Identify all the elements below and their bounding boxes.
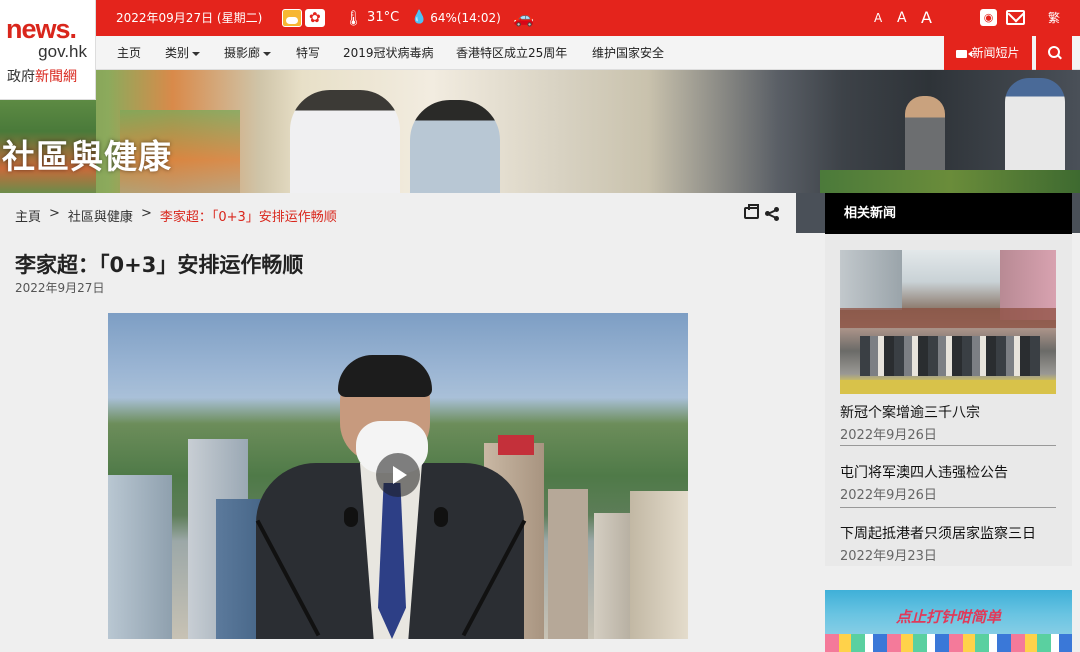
nav-gallery[interactable]: 摄影廊 (224, 36, 272, 70)
article-tools (744, 204, 779, 221)
print-icon[interactable] (744, 204, 759, 219)
news-date: 2022年9月23日 (840, 549, 937, 564)
related-news-item[interactable]: 下周起抵港者只须居家监察三日 2022年9月23日 (840, 525, 1056, 565)
breadcrumb-home[interactable]: 主頁 (15, 206, 41, 225)
chevron-down-icon (192, 51, 201, 56)
news-date: 2022年9月26日 (840, 488, 937, 503)
related-news-sidebar: 相关新闻 新冠个案增逾三千八宗 2022年9月26日 屯门将军澳四人违强检公告 … (825, 193, 1072, 652)
news-title[interactable]: 下周起抵港者只须居家监察三日 (840, 525, 1056, 543)
related-news-list: 新冠个案增逾三千八宗 2022年9月26日 屯门将军澳四人违强检公告 2022年… (825, 234, 1072, 566)
news-video-button[interactable]: 新闻短片 (944, 36, 1032, 70)
logo-text-news: news. (6, 14, 77, 44)
top-bar: 2022年09月27日 (星期二) 🌡 31°C 💧 64%(14:02) 🚗 … (0, 0, 1080, 36)
article-title: 李家超：「0+3」安排运作畅顺 (15, 253, 304, 277)
nav-hksar-25[interactable]: 香港特区成立25周年 (456, 36, 567, 70)
font-size-small-button[interactable]: A (874, 0, 882, 36)
temperature[interactable]: 🌡 31°C (344, 0, 399, 36)
building-sign (498, 435, 534, 455)
news-title[interactable]: 新冠个案增逾三千八宗 (840, 404, 1056, 422)
ad-text: 点止打针咁简单 (895, 608, 1001, 626)
rss-icon[interactable]: ◉ (980, 9, 997, 26)
main-nav: 主页 类别 摄影廊 特写 2019冠状病毒病 香港特区成立25周年 维护国家安全… (0, 36, 1080, 70)
related-news-thumbnail[interactable] (840, 250, 1056, 394)
language-toggle[interactable]: 繁 (1048, 0, 1060, 36)
article-date: 2022年9月27日 (15, 281, 105, 295)
search-button[interactable] (1036, 36, 1072, 70)
current-date: 2022年09月27日 (星期二) (116, 11, 263, 25)
related-news-heading: 相关新闻 (825, 193, 1072, 234)
humidity[interactable]: 💧 64%(14:02) (411, 0, 501, 36)
traffic-icon[interactable]: 🚗 (513, 0, 534, 36)
play-icon[interactable] (376, 453, 420, 497)
section-banner: 社區與健康 (0, 70, 1080, 193)
video-camera-icon (956, 49, 968, 58)
thermometer-icon: 🌡 (344, 9, 364, 27)
related-news-item[interactable]: 新冠个案增逾三千八宗 2022年9月26日 (840, 404, 1056, 446)
breadcrumb-section[interactable]: 社區與健康 (68, 206, 133, 225)
news-title[interactable]: 屯门将军澳四人违强检公告 (840, 464, 1056, 482)
site-logo[interactable]: news. gov.hk 政府新聞網 (0, 0, 96, 100)
mail-icon[interactable] (1006, 10, 1025, 25)
chevron-down-icon (263, 51, 272, 56)
breadcrumb: 主頁 > 社區與健康 > 李家超：「0+3」安排运作畅顺 (15, 206, 337, 225)
water-drop-icon: 💧 (411, 10, 428, 25)
font-size-medium-button[interactable]: A (897, 0, 907, 36)
video-player[interactable] (108, 313, 688, 639)
nav-home[interactable]: 主页 (117, 36, 141, 70)
section-title: 社區與健康 (2, 137, 172, 176)
weather-warning-icon[interactable] (305, 9, 325, 27)
news-date: 2022年9月26日 (840, 428, 937, 443)
nav-features[interactable]: 特写 (296, 36, 320, 70)
share-icon[interactable] (765, 207, 779, 221)
article-main: 主頁 > 社區與健康 > 李家超：「0+3」安排运作畅顺 李家超：「0+3」安排… (0, 193, 796, 652)
logo-text-govhk: gov.hk (38, 42, 87, 61)
breadcrumb-separator: > (140, 206, 152, 221)
nav-covid[interactable]: 2019冠状病毒病 (343, 36, 434, 70)
vaccination-ad-banner[interactable]: 点止打针咁简单 (825, 590, 1072, 652)
breadcrumb-current: 李家超：「0+3」安排运作畅顺 (159, 210, 337, 225)
font-size-large-button[interactable]: A (921, 0, 932, 36)
related-news-item[interactable]: 屯门将军澳四人违强检公告 2022年9月26日 (840, 464, 1056, 508)
sunny-cloudy-icon[interactable] (282, 9, 302, 27)
weather-icons[interactable] (282, 0, 325, 36)
nav-categories[interactable]: 类别 (165, 36, 201, 70)
nav-national-security[interactable]: 维护国家安全 (592, 36, 664, 70)
logo-text-chinese: 政府新聞網 (7, 69, 77, 85)
breadcrumb-separator: > (49, 206, 60, 221)
